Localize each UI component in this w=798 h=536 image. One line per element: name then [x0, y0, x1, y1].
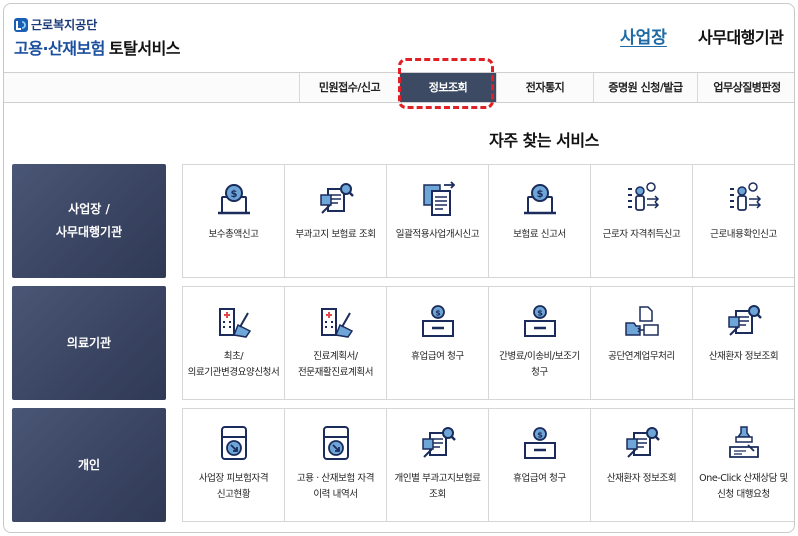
service-item[interactable]: 개인별 부과고지보험료 조회: [387, 409, 489, 521]
hospital-pen-icon: [219, 308, 252, 338]
svg-text:$: $: [537, 431, 543, 440]
site-logo[interactable]: 근로복지공단 고용·산재보험 토탈서비스: [14, 16, 181, 59]
svg-text:$: $: [537, 309, 543, 318]
nav-item-complaint[interactable]: 민원접수/신고: [299, 73, 399, 102]
service-item[interactable]: $ 휴업급여 청구: [489, 409, 591, 521]
service-label: 진료계획서/전문재활진료계획서: [297, 351, 374, 378]
service-label: 사업장 피보험자격 신고현황: [198, 473, 269, 500]
service-item[interactable]: 근로자 자격취득신고: [591, 165, 693, 277]
service-label: 공단연계업무처리: [608, 351, 675, 362]
nav-item-disease-judgment[interactable]: 업무상질병판정: [697, 73, 794, 102]
service-label: 일괄적용사업개시신고: [395, 229, 480, 240]
service-item[interactable]: One-Click 산재상담 및 신청 대행요청: [693, 409, 794, 521]
service-cells: $ 보수총액신고 부과고지 보험료 조회 일괄적용사업개시신고 $ 보험료 신고…: [182, 164, 794, 278]
laptop-coin-icon: $: [524, 184, 556, 215]
document-search-icon: [728, 305, 762, 336]
service-row-business: 사업장 / 사무대행기관 $ 보수총액신고 부과고지 보험료 조회 일괄적용사업…: [12, 164, 794, 278]
service-item[interactable]: 최초/의료기관변경요양신청서: [183, 287, 285, 399]
coin-box-icon: $: [524, 305, 556, 337]
tray-arrow-icon: [221, 426, 247, 460]
comwel-logo-icon: [14, 17, 28, 32]
service-item[interactable]: 공단연계업무처리: [591, 287, 693, 399]
service-cells: 사업장 피보험자격 신고현황 고용 · 산재보험 자격 이력 내역서 개인별 부…: [182, 408, 794, 522]
service-label: 부과고지 보험료 조회: [295, 229, 376, 240]
service-label: 고용 · 산재보험 자격 이력 내역서: [296, 473, 375, 500]
folder-exchange-icon: [625, 306, 659, 336]
logo-org-row: 근로복지공단: [14, 16, 180, 33]
document-search-icon: [320, 183, 354, 214]
laptop-coin-icon: $: [218, 184, 250, 215]
service-item[interactable]: 일괄적용사업개시신고: [387, 165, 489, 277]
service-label: 산재환자 정보조회: [708, 351, 779, 362]
logo-title-row: 고용·산재보험 토탈서비스: [14, 35, 181, 59]
service-row-personal: 개인 사업장 피보험자격 신고현황 고용 · 산재보험 자격 이력 내역서 개인…: [12, 408, 794, 522]
tray-arrow-icon: [323, 426, 349, 460]
coin-box-icon: $: [524, 427, 556, 459]
service-item[interactable]: 부과고지 보험료 조회: [285, 165, 387, 277]
hand-stamp-icon: [729, 426, 759, 458]
logo-org-name: 근로복지공단: [31, 18, 98, 32]
service-item[interactable]: 산재환자 정보조회: [693, 287, 794, 399]
coin-box-icon: $: [422, 305, 454, 337]
person-list-icon: [628, 182, 660, 211]
nav-item-certificate[interactable]: 증명원 신청/발급: [593, 73, 697, 102]
service-label: 간병료/이송비/보조기 청구: [499, 351, 580, 378]
page-frame: 근로복지공단 고용·산재보험 토탈서비스 사업장 사무대행기관 민원접수/신고 정…: [3, 3, 795, 533]
business-link[interactable]: 사업장: [620, 23, 667, 48]
service-label: 보험료 신고서: [513, 229, 566, 240]
category-personal: 개인: [12, 408, 166, 522]
service-item[interactable]: 진료계획서/전문재활진료계획서: [285, 287, 387, 399]
service-label: 개인별 부과고지보험료 조회: [394, 473, 481, 500]
person-list-icon: [730, 182, 762, 211]
service-item[interactable]: $ 보험료 신고서: [489, 165, 591, 277]
service-item[interactable]: $ 보수총액신고: [183, 165, 285, 277]
service-item[interactable]: 근로내용확인신고: [693, 165, 794, 277]
document-search-icon: [626, 427, 660, 458]
service-label: 최초/의료기관변경요양신청서: [187, 351, 280, 378]
header: 근로복지공단 고용·산재보험 토탈서비스 사업장 사무대행기관: [4, 4, 794, 72]
service-item[interactable]: 사업장 피보험자격 신고현황: [183, 409, 285, 521]
svg-text:$: $: [435, 309, 441, 318]
nav-item-e-notice[interactable]: 전자통지: [496, 73, 593, 102]
category-medical: 의료기관: [12, 286, 166, 400]
agent-link[interactable]: 사무대행기관: [698, 24, 784, 48]
service-item[interactable]: 산재환자 정보조회: [591, 409, 693, 521]
document-search-icon: [422, 427, 456, 458]
service-cells: 최초/의료기관변경요양신청서 진료계획서/전문재활진료계획서 $ 휴업급여 청구…: [182, 286, 794, 400]
nav-item-info-inquiry[interactable]: 정보조회: [399, 73, 496, 102]
logo-suffix: 토탈서비스: [108, 39, 181, 58]
service-item[interactable]: 고용 · 산재보험 자격 이력 내역서: [285, 409, 387, 521]
service-row-medical: 의료기관 최초/의료기관변경요양신청서 진료계획서/전문재활진료계획서 $ 휴업…: [12, 286, 794, 400]
service-label: 근로내용확인신고: [710, 229, 777, 240]
section-title: 자주 찾는 서비스: [489, 131, 599, 150]
svg-text:$: $: [537, 189, 544, 200]
service-label: One-Click 산재상담 및 신청 대행요청: [699, 473, 788, 500]
service-item[interactable]: $ 간병료/이송비/보조기 청구: [489, 287, 591, 399]
service-label: 산재환자 정보조회: [606, 473, 677, 484]
service-item[interactable]: $ 휴업급여 청구: [387, 287, 489, 399]
svg-text:$: $: [231, 189, 238, 200]
documents-arrow-icon: [423, 181, 456, 216]
logo-title: 고용·산재보험: [14, 39, 105, 58]
service-label: 휴업급여 청구: [411, 351, 464, 362]
service-label: 근로자 자격취득신고: [602, 229, 681, 240]
main-nav: 민원접수/신고 정보조회 전자통지 증명원 신청/발급 업무상질병판정: [4, 72, 794, 103]
service-label: 휴업급여 청구: [513, 473, 566, 484]
hospital-pen-icon: [321, 308, 354, 338]
service-label: 보수총액신고: [208, 229, 259, 240]
category-business: 사업장 / 사무대행기관: [12, 164, 166, 278]
